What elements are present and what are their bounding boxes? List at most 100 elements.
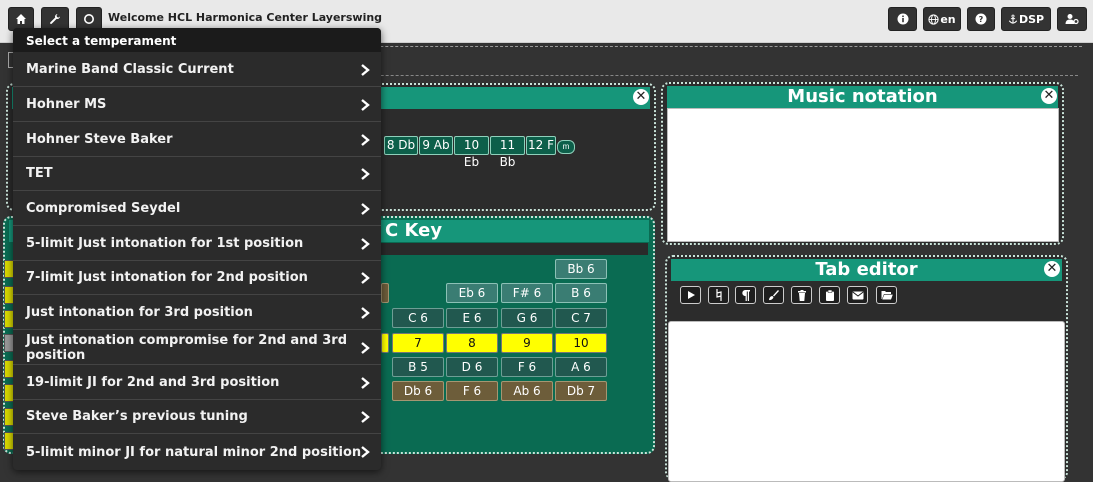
note-chip[interactable]: 11 Bb bbox=[490, 136, 525, 169]
welcome-text: Welcome HCL Harmonica Center Layerswing bbox=[108, 11, 383, 24]
grid-cell[interactable]: F 6 bbox=[446, 381, 498, 401]
close-icon[interactable]: ✕ bbox=[1044, 261, 1060, 277]
play-icon bbox=[687, 291, 695, 299]
menu-item-compromised-seydel[interactable]: Compromised Seydel bbox=[13, 192, 381, 226]
grid-cell[interactable]: B 6 bbox=[555, 283, 607, 303]
chevron-right-icon bbox=[361, 134, 370, 146]
grid-cell[interactable]: G 6 bbox=[501, 308, 553, 328]
brush-button[interactable] bbox=[763, 286, 784, 304]
tab-editor-title: Tab editor bbox=[671, 259, 1062, 281]
info-icon bbox=[897, 13, 908, 25]
menu-item-label: Just intonation for 3rd position bbox=[26, 305, 253, 320]
grid-cell[interactable]: F 6 bbox=[501, 357, 553, 377]
menu-item-label: Hohner Steve Baker bbox=[26, 132, 173, 147]
hole-number[interactable]: 10 bbox=[555, 333, 607, 353]
chevron-right-icon bbox=[361, 377, 370, 389]
circle-icon bbox=[84, 14, 94, 24]
home-icon bbox=[16, 14, 26, 24]
close-icon[interactable]: ✕ bbox=[1041, 88, 1057, 104]
clipboard-button[interactable] bbox=[819, 286, 840, 304]
menu-item-5-limit-ji-1st[interactable]: 5-limit Just intonation for 1st position bbox=[13, 227, 381, 261]
grid-cell-partial[interactable] bbox=[381, 283, 389, 303]
hole-number[interactable]: 7 bbox=[392, 333, 444, 353]
menu-item-label: 7-limit Just intonation for 2nd position bbox=[26, 270, 308, 285]
tab-editor-textarea[interactable] bbox=[668, 321, 1065, 482]
grid-cell[interactable]: C 6 bbox=[392, 308, 444, 328]
natural-sign-button[interactable] bbox=[708, 286, 729, 304]
trash-icon bbox=[797, 289, 806, 301]
language-button[interactable]: en bbox=[923, 7, 961, 31]
grid-cell[interactable]: E 6 bbox=[446, 308, 498, 328]
chevron-right-icon bbox=[361, 99, 370, 111]
music-notation-panel: Music notation ✕ bbox=[661, 82, 1064, 245]
brush-icon bbox=[768, 289, 779, 300]
menu-item-label: Hohner MS bbox=[26, 97, 107, 112]
grid-cell[interactable]: Eb 6 bbox=[446, 283, 498, 303]
hole-number[interactable]: 8 bbox=[446, 333, 498, 353]
grid-cell[interactable]: Bb 6 bbox=[555, 259, 607, 279]
note-chip[interactable]: 9 Ab bbox=[419, 136, 453, 155]
grid-cell[interactable]: C 7 bbox=[555, 308, 607, 328]
user-gear-icon bbox=[1065, 14, 1079, 25]
grid-cell[interactable]: B 5 bbox=[392, 357, 444, 377]
grid-cell[interactable]: Db 6 bbox=[392, 381, 444, 401]
menu-item-label: Marine Band Classic Current bbox=[26, 62, 234, 77]
menu-header: Select a temperament bbox=[13, 28, 381, 52]
grid-cell[interactable]: F# 6 bbox=[501, 283, 553, 303]
menu-item-label: 5-limit minor JI for natural minor 2nd p… bbox=[26, 444, 362, 460]
menu-item-19-limit-ji[interactable]: 19-limit JI for 2nd and 3rd position bbox=[13, 366, 381, 400]
open-folder-button[interactable] bbox=[876, 286, 897, 304]
folder-open-icon bbox=[881, 291, 893, 300]
info-button[interactable] bbox=[888, 7, 917, 31]
chevron-right-icon bbox=[361, 411, 370, 423]
envelope-icon bbox=[851, 291, 864, 299]
key-panel-bar bbox=[380, 243, 648, 255]
menu-item-marine-band-classic-current[interactable]: Marine Band Classic Current bbox=[13, 53, 381, 87]
note-chip[interactable]: 8 Db bbox=[384, 136, 418, 155]
hole-number[interactable]: 9 bbox=[501, 333, 553, 353]
paragraph-button[interactable] bbox=[735, 286, 756, 304]
anchor-icon bbox=[1008, 14, 1018, 24]
menu-item-5-limit-minor-ji[interactable]: 5-limit minor JI for natural minor 2nd p… bbox=[13, 435, 381, 469]
help-button[interactable]: ? bbox=[967, 7, 995, 31]
wrench-icon bbox=[50, 14, 60, 24]
delete-button[interactable] bbox=[791, 286, 812, 304]
globe-icon bbox=[928, 13, 939, 25]
menu-item-7-limit-ji-2nd[interactable]: 7-limit Just intonation for 2nd position bbox=[13, 261, 381, 295]
menu-item-label: TET bbox=[26, 166, 53, 181]
dsp-button[interactable]: DSP bbox=[1001, 7, 1051, 31]
grid-cell[interactable]: Ab 6 bbox=[501, 381, 553, 401]
note-chip[interactable]: 12 F bbox=[526, 136, 556, 155]
menu-item-steve-baker-previous[interactable]: Steve Baker’s previous tuning bbox=[13, 400, 381, 434]
menu-item-tet[interactable]: TET bbox=[13, 157, 381, 191]
dsp-label: DSP bbox=[1018, 12, 1045, 26]
menu-item-ji-compromise-2nd-3rd[interactable]: Just intonation compromise for 2nd and 3… bbox=[13, 331, 381, 365]
close-icon[interactable]: ✕ bbox=[633, 89, 649, 105]
user-settings-button[interactable] bbox=[1057, 7, 1087, 31]
music-notation-title: Music notation bbox=[667, 86, 1058, 108]
chevron-right-icon bbox=[361, 272, 370, 284]
menu-item-label: 5-limit Just intonation for 1st position bbox=[26, 236, 304, 251]
menu-item-label: 19-limit JI for 2nd and 3rd position bbox=[26, 375, 280, 390]
question-icon: ? bbox=[975, 13, 987, 25]
mode-toggle[interactable]: m bbox=[557, 140, 575, 154]
grid-cell[interactable]: A 6 bbox=[555, 357, 607, 377]
menu-item-ji-3rd[interactable]: Just intonation for 3rd position bbox=[13, 296, 381, 330]
menu-item-hohner-ms[interactable]: Hohner MS bbox=[13, 88, 381, 122]
grid-cell[interactable]: Db 7 bbox=[555, 381, 607, 401]
clipboard-icon bbox=[825, 289, 834, 301]
grid-cell[interactable]: D 6 bbox=[446, 357, 498, 377]
email-button[interactable] bbox=[847, 286, 868, 304]
language-label: en bbox=[940, 12, 956, 26]
hole-number-partial[interactable] bbox=[381, 333, 389, 353]
chevron-right-icon bbox=[361, 238, 370, 250]
paragraph-icon bbox=[741, 289, 750, 301]
notation-canvas[interactable] bbox=[667, 108, 1059, 242]
menu-item-hohner-steve-baker[interactable]: Hohner Steve Baker bbox=[13, 123, 381, 157]
svg-text:?: ? bbox=[979, 15, 984, 24]
chevron-right-icon bbox=[361, 446, 370, 458]
chevron-right-icon bbox=[361, 342, 370, 354]
play-button[interactable] bbox=[680, 286, 701, 304]
note-chip[interactable]: 10 Eb bbox=[454, 136, 489, 169]
natural-icon bbox=[715, 289, 722, 301]
